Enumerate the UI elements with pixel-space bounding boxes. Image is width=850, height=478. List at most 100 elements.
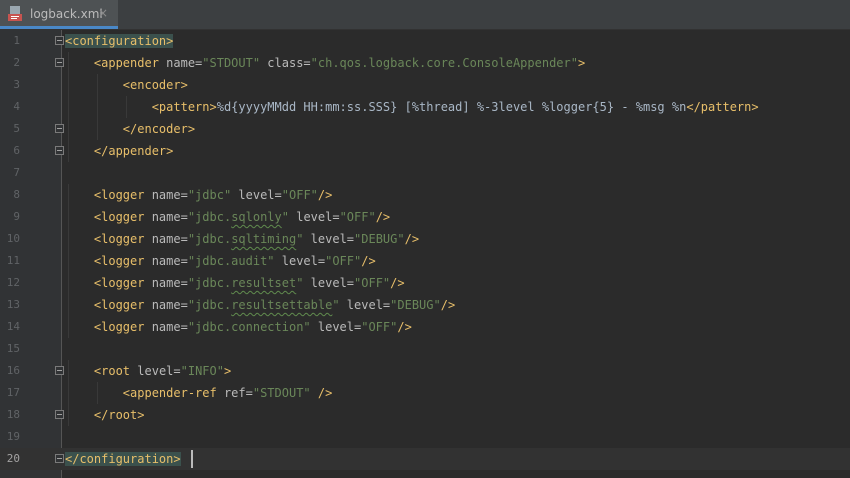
token-tag: </appender> (93, 144, 174, 158)
code-line[interactable]: 14 <logger name="jdbc.connection" level=… (0, 316, 850, 338)
token-tag: <logger (93, 298, 152, 312)
token-tag: /> (310, 386, 333, 400)
code-text: <logger name="jdbc.resultsettable" level… (65, 294, 455, 316)
token-attr: class= (260, 56, 311, 70)
token-tag: /> (361, 254, 376, 268)
token-tag: <pattern> (151, 100, 217, 114)
fold-end-icon[interactable] (55, 124, 64, 133)
code-line[interactable]: 19 (0, 426, 850, 448)
token-val: "jdbc. (187, 276, 232, 290)
code-line[interactable]: 15 (0, 338, 850, 360)
token-val: resultsettable (231, 298, 333, 312)
token-attr: level= (303, 232, 355, 246)
line-number: 7 (13, 166, 20, 179)
line-number: 15 (6, 342, 20, 355)
code-line[interactable]: 6 </appender> (0, 140, 850, 162)
token-attr: name= (151, 320, 188, 334)
token-attr: name= (151, 232, 188, 246)
token-tag: /> (375, 210, 391, 224)
line-number: 16 (6, 364, 20, 377)
token-val: "jdbc. (187, 298, 232, 312)
indent-guide (68, 140, 69, 162)
token-attr: ref= (223, 386, 253, 400)
line-number: 14 (6, 320, 20, 333)
line-number: 11 (6, 254, 20, 267)
indent-guide (68, 74, 69, 96)
token-val: "INFO" (180, 364, 224, 378)
line-number: 3 (13, 78, 20, 91)
token-tag: > (223, 364, 232, 378)
code-line[interactable]: 7 (0, 162, 850, 184)
token-val: "OFF" (354, 276, 391, 290)
token-tag: </encoder> (122, 122, 196, 136)
indent-guide (68, 228, 69, 250)
code-line[interactable]: 16 <root level="INFO"> (0, 360, 850, 382)
code-line[interactable]: 20 </configuration> (0, 448, 850, 470)
code-line[interactable]: 3 <encoder> (0, 74, 850, 96)
token-val: " (281, 210, 289, 224)
token-val: "DEBUG" (390, 298, 441, 312)
code-line[interactable]: 2 <appender name="STDOUT" class="ch.qos.… (0, 52, 850, 74)
fold-collapse-icon[interactable] (55, 58, 64, 67)
token-val: resultset (231, 276, 297, 290)
tab-title: logback.xml (30, 7, 103, 21)
close-icon[interactable]: × (98, 6, 108, 20)
token-val: "OFF" (339, 210, 376, 224)
code-line[interactable]: 11 <logger name="jdbc.audit" level="OFF"… (0, 250, 850, 272)
token-txt: %d{yyyyMMdd HH:mm:ss.SSS} [%thread] %-3l… (216, 100, 687, 114)
line-number: 1 (13, 34, 20, 47)
fold-end-icon[interactable] (55, 410, 64, 419)
line-number: 18 (6, 408, 20, 421)
text-caret (191, 450, 193, 468)
code-line[interactable]: 4 <pattern>%d{yyyyMMdd HH:mm:ss.SSS} [%t… (0, 96, 850, 118)
code-line[interactable]: 5 </encoder> (0, 118, 850, 140)
fold-collapse-icon[interactable] (55, 36, 64, 45)
token-tag: /> (397, 320, 412, 334)
code-line[interactable]: 12 <logger name="jdbc.resultset" level="… (0, 272, 850, 294)
token-tag: /> (404, 232, 420, 246)
token-tag: <logger (93, 232, 152, 246)
code-text: </root> (65, 404, 145, 426)
code-text: <logger name="jdbc" level="OFF"/> (65, 184, 332, 206)
token-tag: /> (440, 298, 456, 312)
token-tag: </root> (93, 408, 145, 422)
code-text: <appender name="STDOUT" class="ch.qos.lo… (65, 52, 585, 74)
token-tag: <logger (93, 276, 152, 290)
token-tag: /> (390, 276, 405, 290)
indent-guide (68, 206, 69, 228)
token-val: "jdbc.connection" (187, 320, 311, 334)
token-attr: name= (166, 56, 203, 70)
token-attr: name= (151, 210, 188, 224)
line-number: 19 (6, 430, 20, 443)
code-text: </appender> (65, 140, 173, 162)
code-line[interactable]: 13 <logger name="jdbc.resultsettable" le… (0, 294, 850, 316)
token-tag: <logger (93, 210, 152, 224)
fold-collapse-icon[interactable] (55, 366, 64, 375)
token-val: sqlonly (231, 210, 282, 224)
code-line[interactable]: 1 <configuration> (0, 30, 850, 52)
code-text: <logger name="jdbc.sqltiming" level="DEB… (65, 228, 419, 250)
indent-guide (96, 382, 98, 404)
code-text: <appender-ref ref="STDOUT" /> (65, 382, 333, 404)
token-tag: <logger (93, 254, 152, 268)
tab-logback-xml[interactable]: logback.xml × (0, 0, 118, 29)
fold-end-icon[interactable] (55, 454, 64, 463)
code-line[interactable]: 8 <logger name="jdbc" level="OFF"/> (0, 184, 850, 206)
code-text: <pattern>%d{yyyyMMdd HH:mm:ss.SSS} [%thr… (65, 96, 759, 118)
line-number: 17 (6, 386, 20, 399)
token-tag: </configuration> (65, 452, 181, 466)
code-line[interactable]: 17 <appender-ref ref="STDOUT" /> (0, 382, 850, 404)
line-number: 2 (13, 56, 20, 69)
token-tag: <root (93, 364, 138, 378)
token-attr: name= (151, 188, 188, 202)
token-tag: /> (317, 188, 333, 202)
code-line[interactable]: 18 </root> (0, 404, 850, 426)
token-val: "STDOUT" (202, 56, 261, 70)
code-line[interactable]: 10 <logger name="jdbc.sqltiming" level="… (0, 228, 850, 250)
token-val: "ch.qos.logback.core.ConsoleAppender" (310, 56, 578, 70)
fold-end-icon[interactable] (55, 146, 64, 155)
indent-guide (68, 382, 69, 404)
indent-guide (68, 360, 69, 382)
code-line[interactable]: 9 <logger name="jdbc.sqlonly" level="OFF… (0, 206, 850, 228)
token-attr: name= (151, 276, 188, 290)
